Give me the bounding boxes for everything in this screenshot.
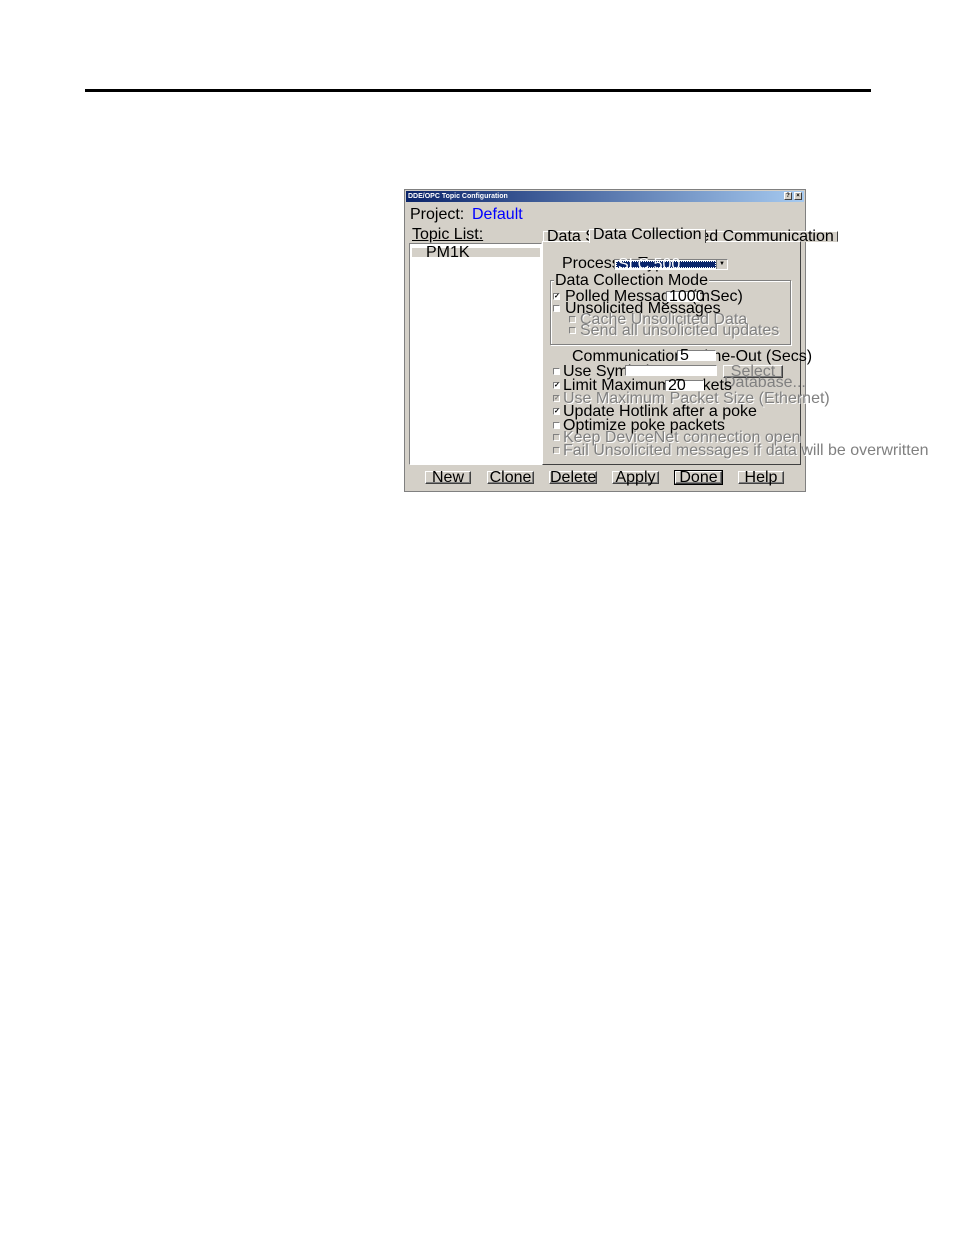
update-hotlink-label: Update Hotlink after a poke — [563, 403, 757, 420]
chevron-down-icon[interactable]: ▼ — [716, 260, 727, 269]
update-hotlink-checkbox[interactable]: ✓ — [553, 408, 560, 415]
checkmark-icon: ✓ — [554, 395, 560, 402]
close-icon: × — [796, 193, 800, 199]
dialog-titlebar: DDE/OPC Topic Configuration — [406, 191, 804, 202]
close-title-button[interactable]: × — [794, 192, 802, 200]
help-button[interactable]: Help — [738, 470, 784, 486]
help-title-button[interactable]: ? — [784, 192, 792, 200]
project-value: Default — [472, 206, 523, 223]
symbols-input[interactable] — [625, 365, 717, 376]
max-packet-size-label: Use Maximum Packet Size (Ethernet) — [563, 390, 830, 407]
max-packet-size-checkbox[interactable]: ✓ — [553, 395, 560, 402]
processor-type-value: SLC 500 — [616, 257, 716, 273]
use-symbols-checkbox[interactable] — [553, 368, 560, 375]
page-header-rule — [85, 89, 871, 92]
list-item[interactable]: PM1K — [412, 245, 540, 261]
topic-listbox[interactable]: PM1K — [409, 243, 542, 465]
apply-button[interactable]: Apply — [612, 470, 659, 486]
cache-unsolicited-checkbox[interactable] — [569, 316, 576, 323]
question-mark-icon: ? — [786, 193, 790, 199]
limit-packets-label: Limit Maximum Packets — [563, 377, 732, 394]
checkmark-icon: ✓ — [554, 408, 560, 415]
processor-type-select[interactable]: SLC 500 ▼ — [614, 257, 728, 273]
checkmark-icon: ✓ — [554, 293, 560, 300]
select-database-button[interactable]: Select Database... — [723, 364, 806, 391]
project-label: Project: — [410, 206, 465, 223]
done-button[interactable]: Done — [674, 470, 723, 486]
topic-list-label: Topic List: — [412, 226, 484, 243]
optimize-poke-checkbox[interactable] — [553, 422, 560, 429]
timeout-input[interactable]: 5 — [677, 348, 716, 364]
checkmark-icon: ✓ — [554, 382, 560, 389]
data-collection-mode-label: Data Collection Mode — [554, 272, 709, 289]
keep-devicenet-label: Keep DeviceNet connection open — [563, 429, 801, 446]
tab-data-collection[interactable]: Data Collection — [589, 227, 706, 243]
send-unsolicited-label: Send all unsolicited updates — [580, 322, 780, 339]
send-unsolicited-checkbox[interactable] — [569, 327, 576, 334]
dialog-title: DDE/OPC Topic Configuration — [408, 193, 508, 200]
unsolicited-messages-checkbox[interactable] — [553, 305, 560, 312]
new-button[interactable]: New — [425, 470, 471, 486]
delete-button[interactable]: Delete — [549, 470, 597, 486]
keep-devicenet-checkbox[interactable] — [553, 434, 560, 441]
polled-messages-checkbox[interactable]: ✓ — [553, 293, 560, 300]
fail-unsolicited-checkbox[interactable] — [553, 447, 560, 454]
limit-packets-checkbox[interactable]: ✓ — [553, 382, 560, 389]
clone-button[interactable]: Clone — [487, 470, 534, 486]
fail-unsolicited-label: Fail Unsolicited messages if data will b… — [563, 442, 929, 459]
